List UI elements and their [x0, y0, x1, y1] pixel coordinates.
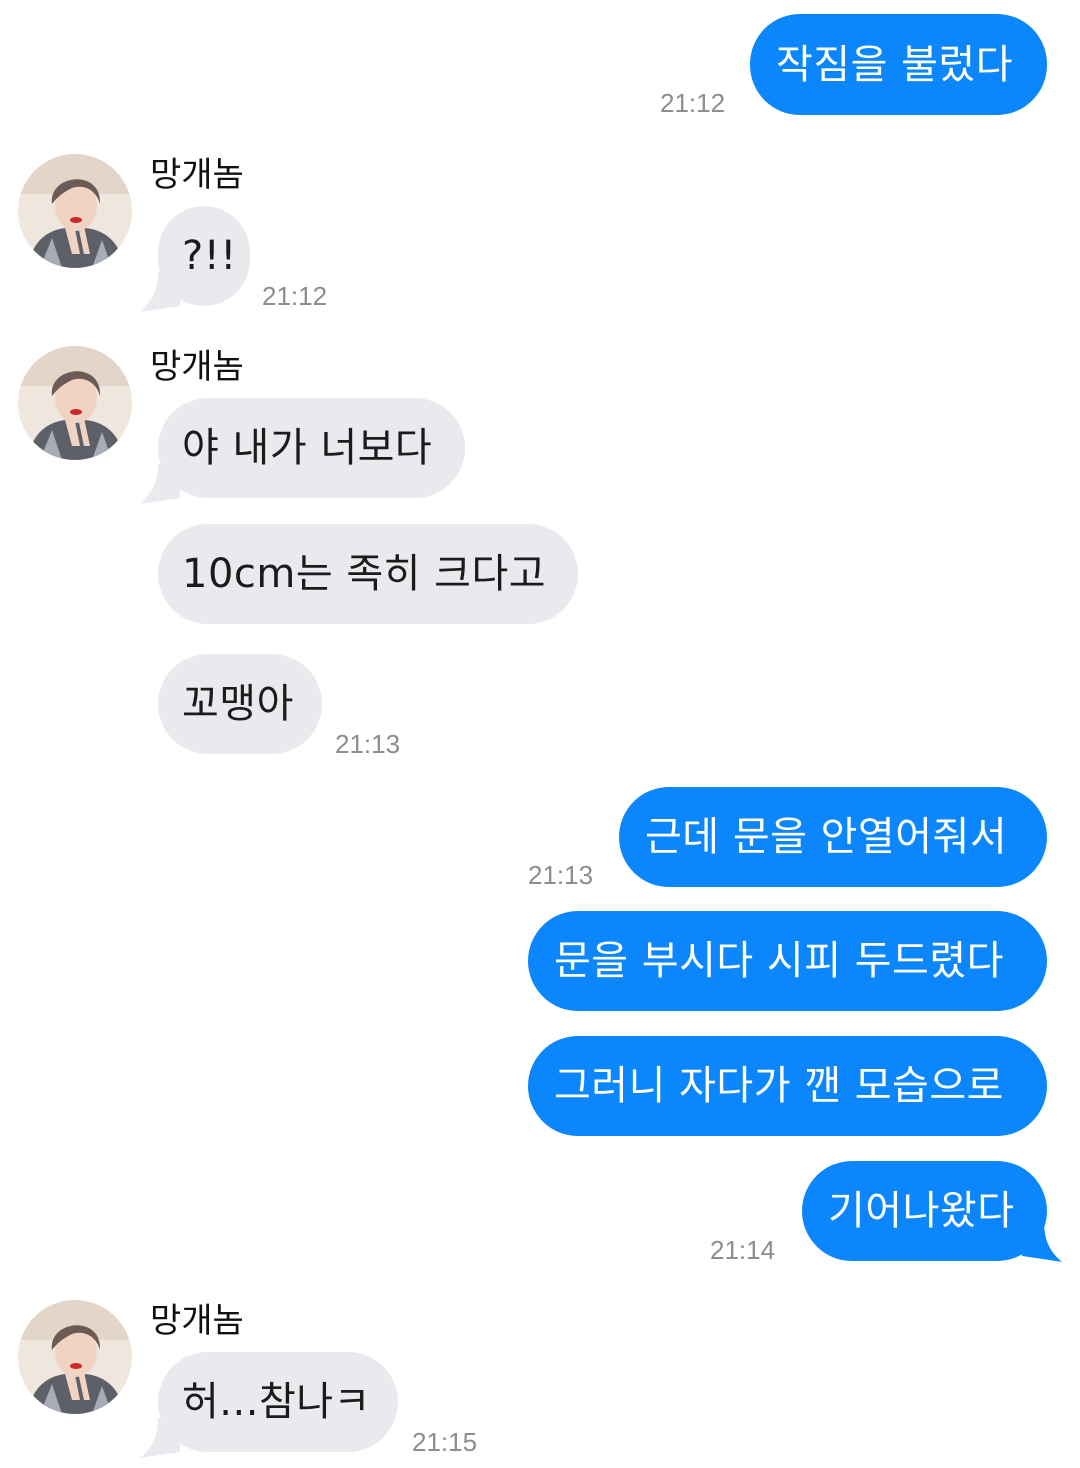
message-text: 작짐을 불렀다: [776, 41, 1014, 88]
incoming-message-bubble[interactable]: ?!!: [158, 206, 250, 306]
outgoing-message-bubble[interactable]: 근데 문을 안열어줘서: [619, 787, 1047, 887]
message-text: ?!!: [182, 233, 237, 279]
incoming-message-bubble[interactable]: 허...참나ㅋ: [158, 1352, 398, 1452]
contact-avatar[interactable]: [18, 154, 132, 268]
message-text: 허...참나ㅋ: [182, 1379, 371, 1425]
incoming-message-bubble[interactable]: 꼬맹아: [158, 654, 322, 754]
avatar-image: [18, 154, 132, 268]
message-text: 10cm는 족히 크다고: [182, 551, 547, 597]
contact-avatar[interactable]: [18, 1300, 132, 1414]
chat-thread: 작짐을 불렀다 21:12 망개놈 ?!! 21:12 망개놈 야 내가 너보다…: [0, 0, 1080, 1468]
message-text: 문을 부시다 시피 두드렸다: [554, 938, 1004, 984]
message-text: 그러니 자다가 깬 모습으로: [554, 1063, 1004, 1109]
avatar-image: [18, 1300, 132, 1414]
incoming-message-bubble[interactable]: 10cm는 족히 크다고: [158, 524, 578, 624]
message-text: 야 내가 너보다: [182, 425, 433, 471]
sender-name: 망개놈: [150, 347, 244, 387]
sender-name: 망개놈: [150, 1301, 244, 1341]
contact-avatar[interactable]: [18, 346, 132, 460]
message-text: 근데 문을 안열어줘서: [645, 814, 1008, 860]
message-timestamp: 21:13: [335, 729, 401, 759]
incoming-message-bubble[interactable]: 야 내가 너보다: [158, 398, 465, 498]
message-text: 꼬맹아: [182, 681, 294, 727]
message-timestamp: 21:12: [660, 88, 726, 118]
message-timestamp: 21:15: [412, 1427, 478, 1457]
sender-name: 망개놈: [150, 155, 244, 195]
outgoing-message-bubble[interactable]: 그러니 자다가 깬 모습으로: [528, 1036, 1047, 1136]
avatar-image: [18, 346, 132, 460]
outgoing-message-bubble[interactable]: 기어나왔다: [802, 1161, 1047, 1261]
message-timestamp: 21:13: [528, 860, 594, 890]
message-timestamp: 21:14: [710, 1235, 776, 1265]
outgoing-message-bubble[interactable]: 문을 부시다 시피 두드렸다: [528, 911, 1047, 1011]
outgoing-message-bubble[interactable]: 작짐을 불렀다: [750, 14, 1047, 115]
message-timestamp: 21:12: [262, 281, 328, 311]
message-text: 기어나왔다: [828, 1188, 1015, 1234]
